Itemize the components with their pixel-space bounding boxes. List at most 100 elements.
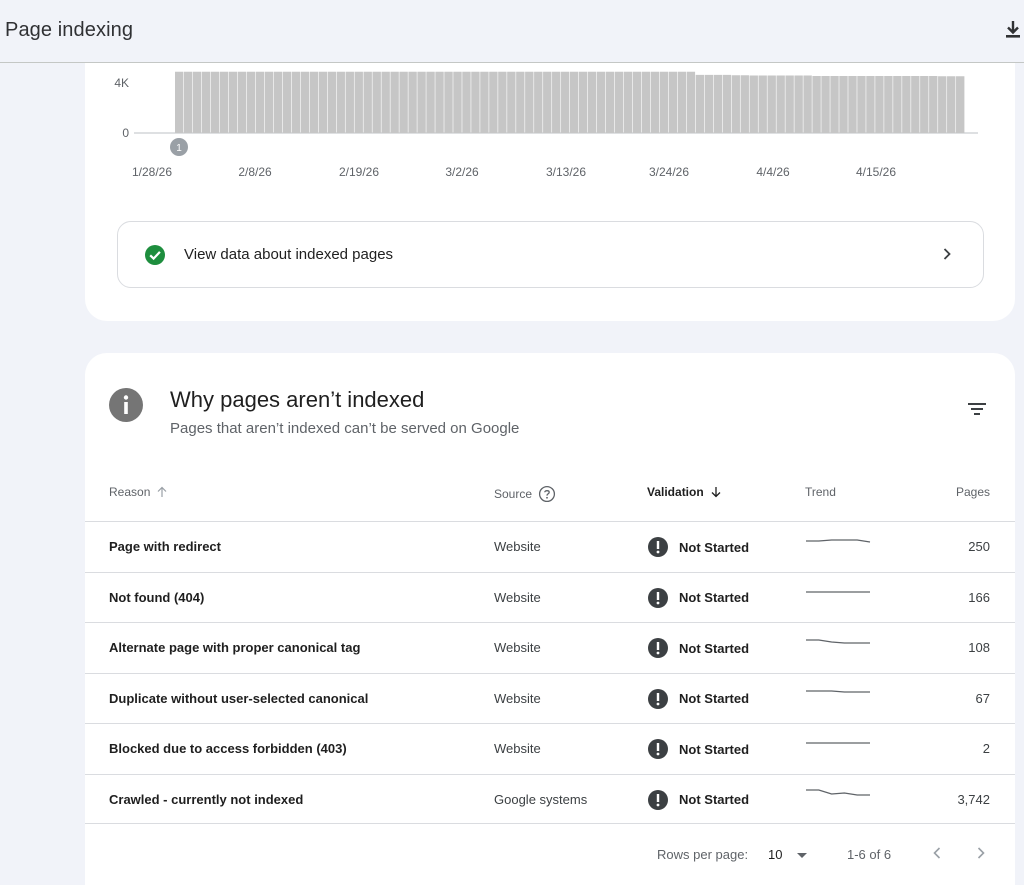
chart-bar[interactable] — [857, 76, 866, 133]
table-row[interactable]: Not found (404) Website Not Started 166 — [85, 571, 1015, 623]
chart-bar[interactable] — [264, 71, 274, 133]
download-button[interactable] — [1002, 18, 1024, 42]
chart-bar[interactable] — [426, 71, 435, 133]
chart-bar[interactable] — [884, 76, 893, 133]
filter-button[interactable] — [965, 397, 989, 421]
table-row[interactable]: Crawled - currently not indexed Google s… — [85, 773, 1015, 824]
chart-bar[interactable] — [525, 71, 534, 133]
chart-bar[interactable] — [516, 71, 525, 133]
table-row[interactable]: Alternate page with proper canonical tag… — [85, 622, 1015, 673]
chart-bar[interactable] — [866, 76, 875, 133]
chart-bar[interactable] — [300, 71, 310, 133]
chart-bar[interactable] — [390, 71, 399, 133]
chart-bar[interactable] — [381, 71, 390, 133]
chart-bar[interactable] — [552, 71, 561, 133]
chart-bar[interactable] — [318, 71, 328, 133]
chart-bar[interactable] — [839, 76, 848, 133]
chart-bar[interactable] — [650, 71, 660, 133]
chart-bar[interactable] — [758, 75, 767, 134]
chart-bar[interactable] — [210, 71, 220, 133]
chart-bar[interactable] — [713, 74, 723, 133]
chart-bar[interactable] — [570, 71, 579, 133]
column-header-source[interactable]: Source — [494, 485, 556, 503]
chart-bar[interactable] — [731, 75, 740, 133]
chart-bar[interactable] — [929, 76, 938, 133]
chart-bar[interactable] — [659, 71, 669, 133]
table-row[interactable]: Duplicate without user-selected canonica… — [85, 672, 1015, 724]
chart-bar[interactable] — [677, 71, 687, 133]
chart-bar[interactable] — [201, 71, 211, 133]
chart-bar[interactable] — [561, 71, 570, 133]
chart-bar[interactable] — [219, 71, 229, 133]
chart-bar[interactable] — [578, 71, 588, 133]
chart-bar[interactable] — [237, 71, 247, 133]
chart-bar[interactable] — [623, 71, 633, 133]
chart-bar[interactable] — [336, 71, 345, 133]
chart-bar[interactable] — [605, 71, 615, 133]
chart-bar[interactable] — [902, 76, 911, 133]
chart-bar[interactable] — [776, 75, 785, 134]
chart-bar[interactable] — [785, 75, 794, 134]
rows-per-page-select[interactable]: 10 — [765, 843, 813, 867]
column-header-pages[interactable]: Pages — [905, 485, 990, 499]
chart-bar[interactable] — [444, 71, 453, 133]
chart-bar[interactable] — [417, 71, 426, 133]
chart-bar[interactable] — [812, 76, 821, 133]
chart-bar[interactable] — [534, 71, 543, 133]
chart-bar[interactable] — [372, 71, 381, 133]
chart-bar[interactable] — [282, 71, 292, 133]
help-icon[interactable] — [538, 485, 556, 503]
chart-bar[interactable] — [911, 76, 920, 133]
column-header-reason[interactable]: Reason — [109, 485, 168, 499]
chart-bar[interactable] — [345, 71, 354, 133]
chart-bar[interactable] — [848, 76, 857, 133]
chart-bar[interactable] — [183, 71, 193, 133]
chart-bar[interactable] — [462, 71, 471, 133]
chart-bar[interactable] — [704, 74, 714, 133]
chart-bar[interactable] — [327, 71, 336, 133]
chart-bar[interactable] — [893, 76, 902, 133]
chart-bar[interactable] — [273, 71, 283, 133]
chart-bar[interactable] — [794, 75, 803, 134]
table-row[interactable]: Blocked due to access forbidden (403) We… — [85, 723, 1015, 774]
next-page-button[interactable] — [971, 843, 991, 863]
chart-bar[interactable] — [291, 71, 301, 133]
chart-bar[interactable] — [920, 76, 929, 133]
chart-bar[interactable] — [354, 71, 363, 133]
chart-bar[interactable] — [480, 71, 489, 133]
chart-bar[interactable] — [803, 75, 812, 134]
chart-bar[interactable] — [175, 71, 184, 133]
column-header-validation[interactable]: Validation — [647, 485, 722, 499]
chart-bar[interactable] — [641, 71, 651, 133]
chart-bar[interactable] — [309, 71, 319, 133]
chart-bar[interactable] — [228, 71, 238, 133]
chart-bar[interactable] — [453, 71, 462, 133]
chart-bar[interactable] — [686, 71, 696, 133]
chart-bar[interactable] — [489, 71, 498, 133]
view-indexed-pages-link[interactable]: View data about indexed pages — [117, 221, 984, 288]
chart-bar[interactable] — [632, 71, 642, 133]
chart-bar[interactable] — [695, 74, 705, 133]
chart-bar[interactable] — [471, 71, 480, 133]
chart-bar[interactable] — [246, 71, 256, 133]
chart-bar[interactable] — [498, 71, 507, 133]
chart-bar[interactable] — [399, 71, 408, 133]
chart-bar[interactable] — [408, 71, 417, 133]
chart-bar[interactable] — [830, 76, 839, 133]
chart-bar[interactable] — [938, 76, 947, 133]
chart-bar[interactable] — [363, 71, 372, 133]
chart-bar[interactable] — [749, 75, 758, 134]
chart-bar[interactable] — [255, 71, 265, 133]
chart-bar[interactable] — [192, 71, 202, 133]
chart-bar[interactable] — [596, 71, 606, 133]
previous-page-button[interactable] — [927, 843, 947, 863]
chart-bar[interactable] — [956, 76, 965, 133]
chart-bar[interactable] — [722, 74, 731, 133]
table-row[interactable]: Page with redirect Website Not Started 2… — [85, 521, 1015, 572]
chart-bar[interactable] — [543, 71, 552, 133]
chart-bar[interactable] — [821, 76, 830, 133]
chart-bar[interactable] — [614, 71, 624, 133]
chart-bar[interactable] — [435, 71, 444, 133]
chart-bar[interactable] — [507, 71, 516, 133]
chart-bar[interactable] — [947, 76, 956, 133]
